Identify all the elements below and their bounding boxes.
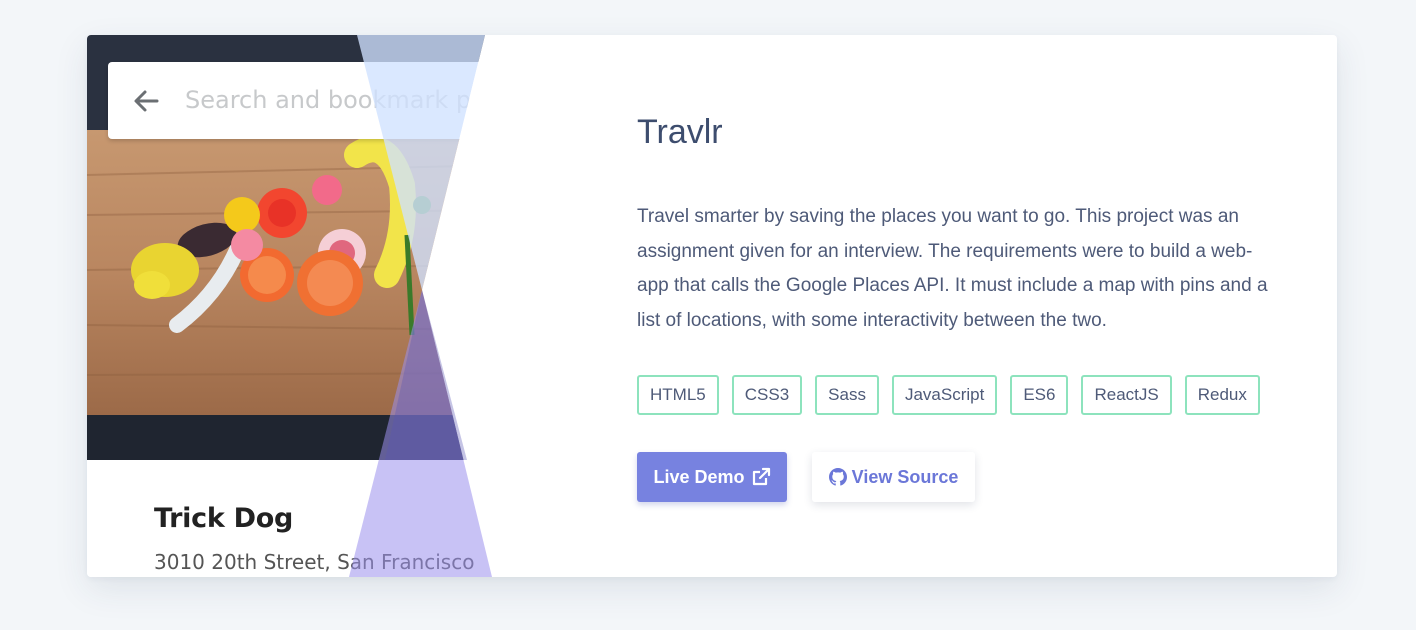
place-address: 3010 20th Street, San Francisco: [154, 550, 475, 574]
tech-tag-list: HTML5 CSS3 Sass JavaScript ES6 ReactJS R…: [637, 375, 1273, 415]
live-demo-label: Live Demo: [653, 466, 745, 487]
search-input[interactable]: Search and bookmark plac: [185, 86, 506, 114]
tech-tag: Redux: [1184, 375, 1260, 415]
place-name: Trick Dog: [154, 503, 293, 534]
project-title: Travlr: [637, 113, 723, 151]
project-description: Travel smarter by saving the places you …: [637, 206, 1268, 331]
tech-tag: Sass: [815, 375, 879, 415]
project-screenshot: Search and bookmark plac Trick Dog 3010 …: [87, 35, 507, 577]
tech-tag: ES6: [1010, 375, 1069, 415]
live-demo-button[interactable]: Live Demo: [637, 452, 787, 502]
external-link-icon: [752, 467, 770, 486]
tech-tag: CSS3: [731, 375, 803, 415]
tech-tag: ReactJS: [1081, 375, 1172, 415]
tech-tag: HTML5: [637, 375, 719, 415]
tech-tag: JavaScript: [891, 375, 998, 415]
view-source-button[interactable]: View Source: [812, 452, 975, 502]
view-source-label: View Source: [851, 466, 959, 487]
arrow-left-icon[interactable]: [130, 85, 162, 117]
github-icon: [828, 468, 847, 486]
project-card: Search and bookmark plac Trick Dog 3010 …: [87, 35, 1337, 577]
search-bar[interactable]: Search and bookmark plac: [108, 62, 507, 139]
